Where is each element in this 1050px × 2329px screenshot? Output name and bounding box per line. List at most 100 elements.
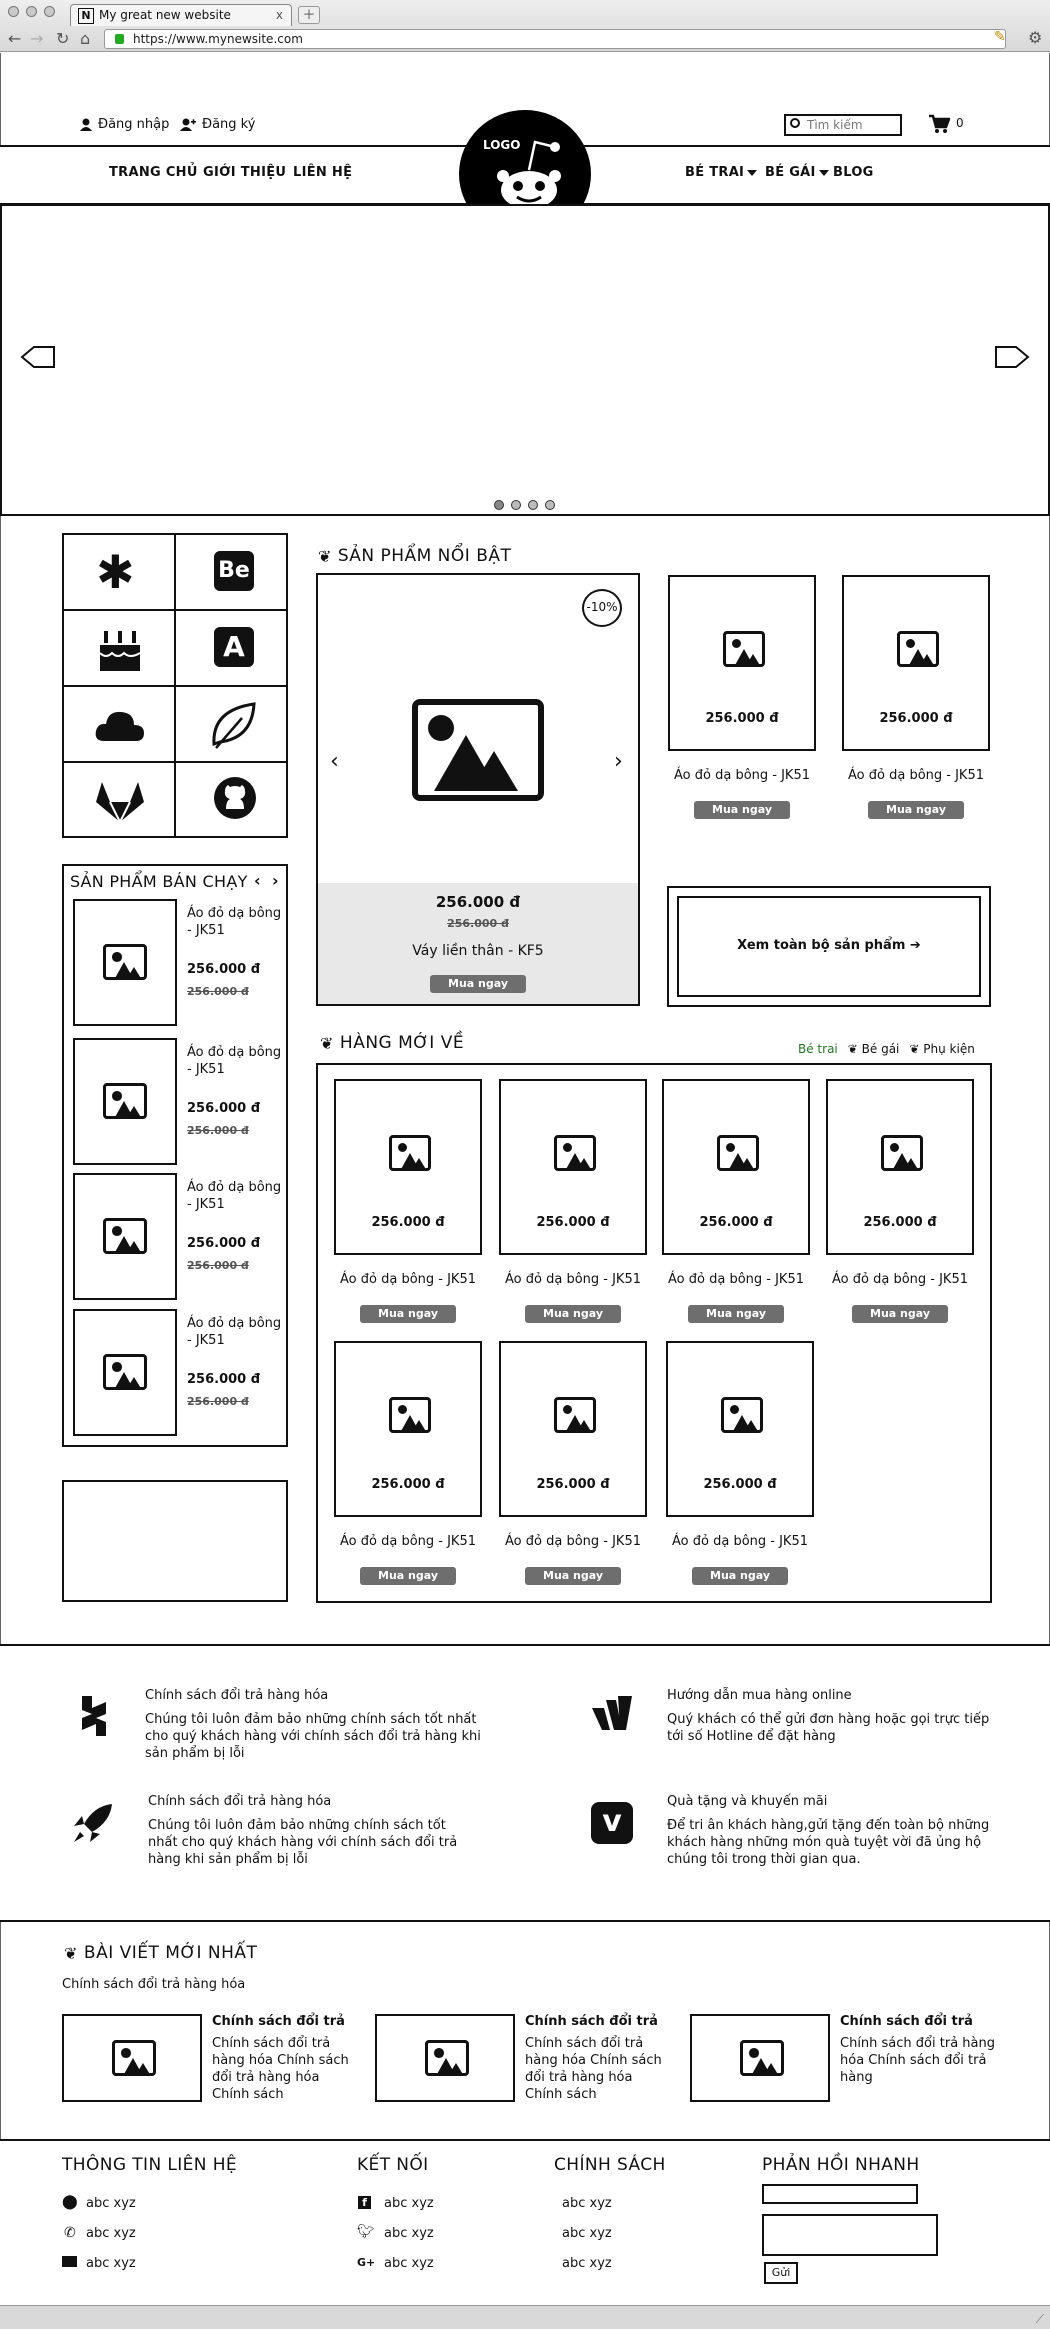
buy-now-button[interactable]: Mua ngay: [430, 975, 526, 993]
featured-main-card[interactable]: -10% ‹ › 256.000 đ 256.000 đ Váy liền th…: [316, 573, 640, 1006]
image-sun: [397, 1405, 408, 1415]
filter-accessories[interactable]: ❦ Phụ kiện: [909, 1042, 974, 1056]
search-input[interactable]: Tìm kiếm: [784, 114, 902, 136]
settings-gear-icon[interactable]: ⚙: [1028, 28, 1042, 47]
bestseller-item-image[interactable]: [73, 1038, 177, 1165]
tab-close-icon[interactable]: x: [276, 8, 283, 22]
blog-post-image[interactable]: [375, 2014, 515, 2102]
buy-now-button[interactable]: Mua ngay: [525, 1305, 621, 1323]
featured-next-icon[interactable]: ›: [614, 749, 623, 774]
product-card[interactable]: 256.000 đ: [334, 1079, 482, 1255]
footer-policy-link[interactable]: abc xyz: [562, 2256, 612, 2271]
policy-title: Hướng dẫn mua hàng online: [667, 1688, 852, 1703]
buy-now-button[interactable]: Mua ngay: [360, 1567, 456, 1585]
buy-now-button[interactable]: Mua ngay: [694, 801, 790, 819]
bestseller-item-name[interactable]: Áo đỏ dạ bông - JK51: [187, 905, 283, 939]
address-bar[interactable]: https://www.mynewsite.com: [104, 29, 1006, 49]
cart-button[interactable]: 0: [928, 114, 964, 138]
twitter-icon[interactable]: 🐦︎: [357, 2224, 375, 2240]
carousel-dot[interactable]: [528, 500, 538, 510]
autoprefixer-icon[interactable]: A: [214, 627, 254, 667]
login-link[interactable]: Đăng nhập: [80, 117, 169, 132]
footer-policy-link[interactable]: abc xyz: [562, 2226, 612, 2241]
asterisk-icon[interactable]: ✱: [96, 545, 135, 599]
feedback-message-textarea[interactable]: [762, 2214, 938, 2256]
product-card[interactable]: 256.000 đ: [668, 575, 816, 751]
view-all-button[interactable]: Xem toàn bộ sản phẩm ➔: [677, 896, 981, 997]
product-card[interactable]: 256.000 đ: [662, 1079, 810, 1255]
leaf-icon[interactable]: [208, 700, 260, 752]
buy-now-button[interactable]: Mua ngay: [852, 1305, 948, 1323]
feedback-name-input[interactable]: [762, 2184, 918, 2204]
menu-item-home[interactable]: TRANG CHỦ: [109, 165, 198, 180]
github-icon[interactable]: [212, 775, 258, 821]
bookmark-icon[interactable]: ✎: [994, 29, 1006, 45]
filter-boys[interactable]: Bé trai: [798, 1042, 838, 1056]
bestseller-item-image[interactable]: [73, 899, 177, 1026]
product-card[interactable]: 256.000 đ: [334, 1341, 482, 1517]
blog-post-title[interactable]: Chính sách đổi trả: [840, 2014, 973, 2029]
carousel-dot[interactable]: [511, 500, 521, 510]
bestseller-item-image[interactable]: [73, 1309, 177, 1436]
policy-item: Chính sách đổi trả hàng hóa Chúng tôi lu…: [148, 1794, 478, 1868]
bestseller-item-name[interactable]: Áo đỏ dạ bông - JK51: [187, 1179, 283, 1213]
behance-icon[interactable]: Be: [214, 551, 254, 591]
featured-prev-icon[interactable]: ‹: [330, 749, 339, 774]
buy-now-button[interactable]: Mua ngay: [692, 1567, 788, 1585]
footer-connect-google[interactable]: abc xyz: [384, 2256, 434, 2271]
product-name: Áo đỏ dạ bông - JK51: [848, 768, 984, 783]
footer-policy-link[interactable]: abc xyz: [562, 2196, 612, 2211]
bestseller-item-image[interactable]: [73, 1173, 177, 1300]
carousel-dot[interactable]: [494, 500, 504, 510]
bestseller-item-name[interactable]: Áo đỏ dạ bông - JK51: [187, 1315, 283, 1349]
carousel-dot[interactable]: [545, 500, 555, 510]
forward-arrow-icon[interactable]: →: [30, 29, 43, 48]
bestseller-next-icon[interactable]: ›: [272, 871, 279, 890]
hero-carousel[interactable]: [0, 204, 1050, 516]
bestseller-item-name[interactable]: Áo đỏ dạ bông - JK51: [187, 1044, 283, 1078]
blog-post-image[interactable]: [62, 2014, 202, 2102]
image-mountain: [575, 1419, 592, 1430]
product-card[interactable]: 256.000 đ: [666, 1341, 814, 1517]
register-link[interactable]: Đăng ký: [180, 117, 255, 132]
minimize-window-button[interactable]: [26, 6, 37, 17]
menu-item-girls[interactable]: BÉ GÁI: [765, 165, 829, 180]
image-placeholder-icon: [740, 2040, 784, 2076]
blog-post-title[interactable]: Chính sách đổi trả: [525, 2014, 658, 2029]
filter-girls[interactable]: ❦ Bé gái: [848, 1042, 900, 1056]
blog-post-title[interactable]: Chính sách đổi trả: [212, 2014, 345, 2029]
gitlab-icon[interactable]: [94, 778, 146, 824]
google-plus-icon[interactable]: G+: [357, 2256, 375, 2269]
close-window-button[interactable]: [8, 6, 19, 17]
maximize-window-button[interactable]: [44, 6, 55, 17]
product-card[interactable]: 256.000 đ: [842, 575, 990, 751]
product-card[interactable]: 256.000 đ: [499, 1341, 647, 1517]
menu-item-contact[interactable]: LIÊN HỆ: [293, 165, 352, 180]
feedback-submit-button[interactable]: Gửi: [764, 2262, 798, 2284]
bestseller-prev-icon[interactable]: ‹: [254, 871, 261, 890]
facebook-icon[interactable]: f: [358, 2196, 371, 2209]
carousel-prev-arrow-icon[interactable]: [20, 344, 58, 370]
reload-icon[interactable]: ↻: [56, 29, 69, 48]
new-tab-button[interactable]: +: [298, 6, 320, 24]
carousel-next-arrow-icon[interactable]: [992, 344, 1030, 370]
blog-post-image[interactable]: [690, 2014, 830, 2102]
caret-down-icon: [818, 169, 829, 176]
menu-item-boys[interactable]: BÉ TRAI: [685, 165, 758, 180]
menu-item-about[interactable]: GIỚI THIỆU: [203, 165, 286, 180]
cloud-icon[interactable]: [94, 705, 146, 745]
footer-connect-facebook[interactable]: abc xyz: [384, 2196, 434, 2211]
birthday-cake-icon[interactable]: [94, 623, 146, 673]
buy-now-button[interactable]: Mua ngay: [360, 1305, 456, 1323]
buy-now-button[interactable]: Mua ngay: [868, 801, 964, 819]
browser-tab[interactable]: N My great new website x: [70, 4, 292, 26]
product-card[interactable]: 256.000 đ: [826, 1079, 974, 1255]
back-arrow-icon[interactable]: ←: [8, 29, 21, 48]
buy-now-button[interactable]: Mua ngay: [688, 1305, 784, 1323]
buy-now-button[interactable]: Mua ngay: [525, 1567, 621, 1585]
product-card[interactable]: 256.000 đ: [499, 1079, 647, 1255]
home-icon[interactable]: ⌂: [80, 29, 90, 48]
new-arrivals-filters: Bé trai ❦ Bé gái ❦ Phụ kiện: [798, 1042, 975, 1056]
footer-connect-twitter[interactable]: abc xyz: [384, 2226, 434, 2241]
menu-item-blog[interactable]: BLOG: [833, 165, 874, 180]
